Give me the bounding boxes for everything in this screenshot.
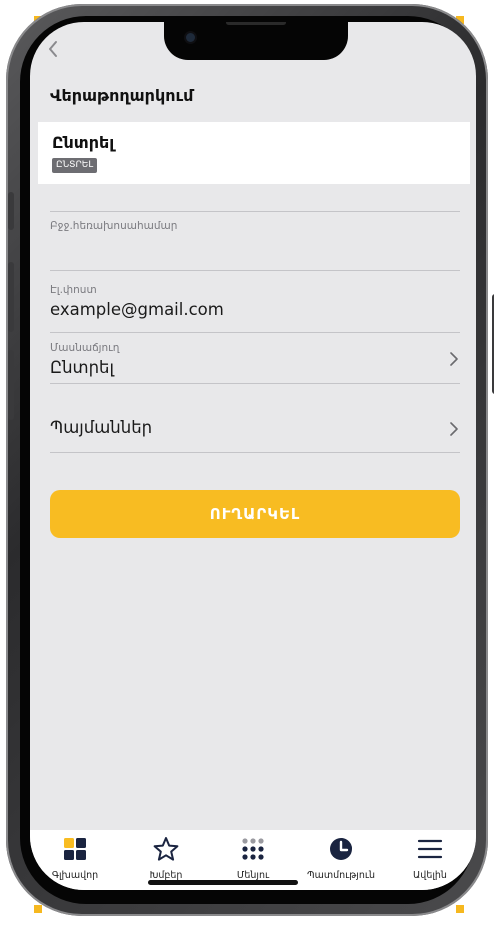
tab-home[interactable]: Գլխավոր — [35, 830, 115, 890]
notch — [164, 22, 348, 60]
submit-button[interactable]: ՈՒՂԱՐԿԵԼ — [50, 490, 460, 538]
back-button[interactable] — [42, 38, 66, 62]
phone-field[interactable]: Բջջ.հեռախոսահամար — [46, 214, 462, 270]
select-card-title: Ընտրել — [52, 133, 115, 152]
speaker — [226, 22, 286, 25]
tab-history-label: Պատմություն — [306, 870, 376, 881]
phone-side-button — [8, 192, 14, 230]
page-title: Վերաթողարկում — [50, 86, 194, 105]
menu-lines-icon — [417, 839, 443, 859]
tab-home-label: Գլխավոր — [51, 870, 99, 881]
tab-more-label: Ավելին — [413, 870, 447, 881]
branch-select-value: Ընտրել — [50, 358, 114, 377]
terms-row-label: Պայմաններ — [50, 418, 153, 437]
email-field[interactable]: Էլ.փոստ example@gmail.com — [46, 274, 462, 330]
select-card[interactable]: Ընտրել ԸՆՏՐԵԼ — [38, 122, 470, 184]
branch-select[interactable]: Մասնաճյուղ Ընտրել — [46, 334, 462, 382]
home-indicator — [148, 880, 298, 885]
phone-field-label: Բջջ.հեռախոսահամար — [50, 220, 178, 232]
divider — [50, 211, 460, 212]
tab-history[interactable]: Պատմություն — [301, 830, 381, 890]
email-field-label: Էլ.փոստ — [50, 284, 97, 296]
chevron-right-icon — [450, 422, 458, 436]
branch-select-label: Մասնաճյուղ — [50, 342, 120, 354]
divider — [50, 383, 460, 384]
select-card-badge: ԸՆՏՐԵԼ — [52, 158, 98, 173]
phone-volume-up-button — [8, 262, 14, 332]
divider — [50, 332, 460, 333]
divider — [50, 452, 460, 453]
divider — [50, 270, 460, 271]
page: Վերաթողարկում Ընտրել ԸՆՏՐԵԼ Բջջ.հեռախոսա… — [0, 0, 494, 925]
corner-mark — [34, 905, 42, 913]
front-camera — [186, 33, 195, 42]
home-grid-icon — [64, 838, 86, 860]
email-field-value: example@gmail.com — [50, 300, 224, 319]
dots-grid-icon — [242, 838, 264, 860]
phone-volume-down-button — [8, 350, 14, 420]
star-icon — [153, 837, 179, 861]
history-clock-icon — [330, 838, 352, 860]
chevron-left-icon — [49, 41, 57, 57]
terms-row[interactable]: Պայմաններ — [46, 404, 462, 450]
corner-mark — [456, 905, 464, 913]
tab-more[interactable]: Ավելին — [390, 830, 470, 890]
app-screen: Վերաթողարկում Ընտրել ԸՆՏՐԵԼ Բջջ.հեռախոսա… — [30, 22, 476, 890]
chevron-right-icon — [450, 352, 458, 366]
